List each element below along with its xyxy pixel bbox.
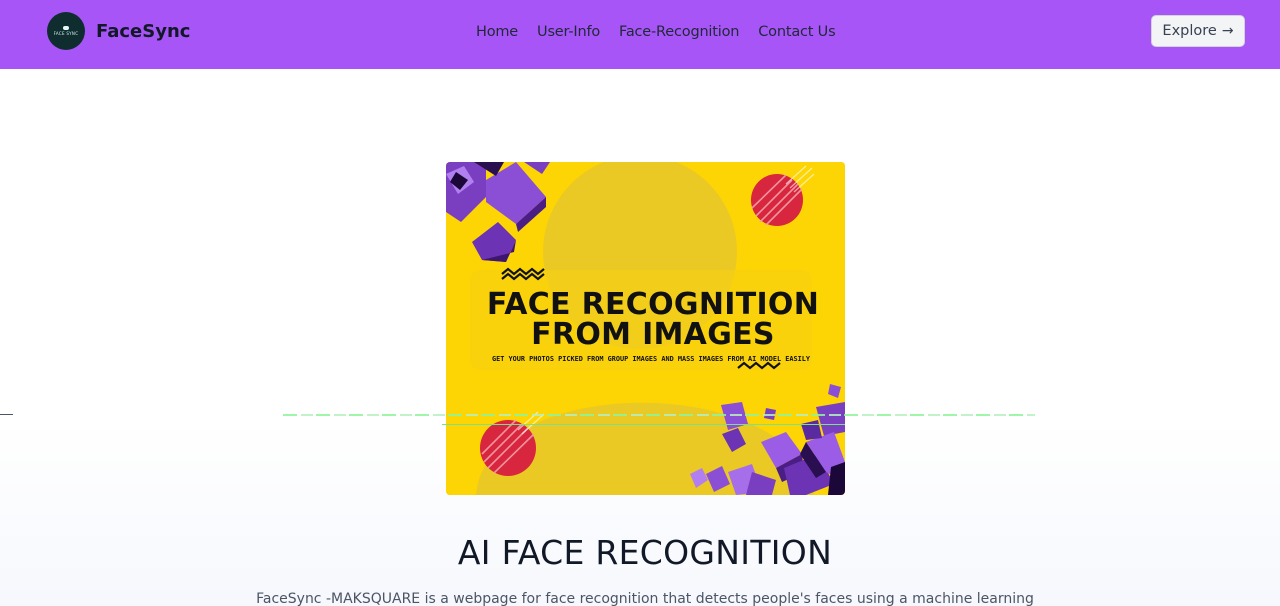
logo-text: FACE SYNC (53, 31, 79, 36)
explore-button[interactable]: Explore → (1151, 15, 1245, 47)
navbar: FACE SYNC FaceSync Home User-Info Face-R… (0, 0, 1280, 69)
headline-line-2: FROM IMAGES (531, 317, 775, 352)
page-description: FaceSync -MAKSQUARE is a webpage for fac… (256, 591, 1034, 606)
nav-link-user-info[interactable]: User-Info (537, 24, 600, 40)
edge-marker (0, 414, 13, 415)
render-glitch-line (283, 414, 1035, 416)
nav-links: Home User-Info Face-Recognition Contact … (476, 21, 836, 40)
nav-link-home[interactable]: Home (476, 24, 518, 40)
page-title: AI FACE RECOGNITION (457, 533, 833, 572)
arrow-right-icon: → (1221, 23, 1234, 39)
nav-link-face-recognition[interactable]: Face-Recognition (619, 24, 739, 40)
hero-illustration: FACE RECOGNITION FROM IMAGES GET YOUR PH… (446, 162, 845, 495)
brand-name: FaceSync (96, 20, 191, 42)
explore-label: Explore (1162, 23, 1217, 39)
facesync-logo: FACE SYNC (47, 12, 85, 50)
tagline: GET YOUR PHOTOS PICKED FROM GROUP IMAGES… (492, 354, 811, 363)
brand-link[interactable]: FACE SYNC FaceSync (47, 12, 190, 50)
render-glitch-line-2 (442, 424, 845, 425)
hero-image: FACE RECOGNITION FROM IMAGES GET YOUR PH… (446, 162, 845, 495)
nav-link-contact-us[interactable]: Contact Us (758, 24, 835, 40)
logo-mark-icon (63, 26, 69, 30)
